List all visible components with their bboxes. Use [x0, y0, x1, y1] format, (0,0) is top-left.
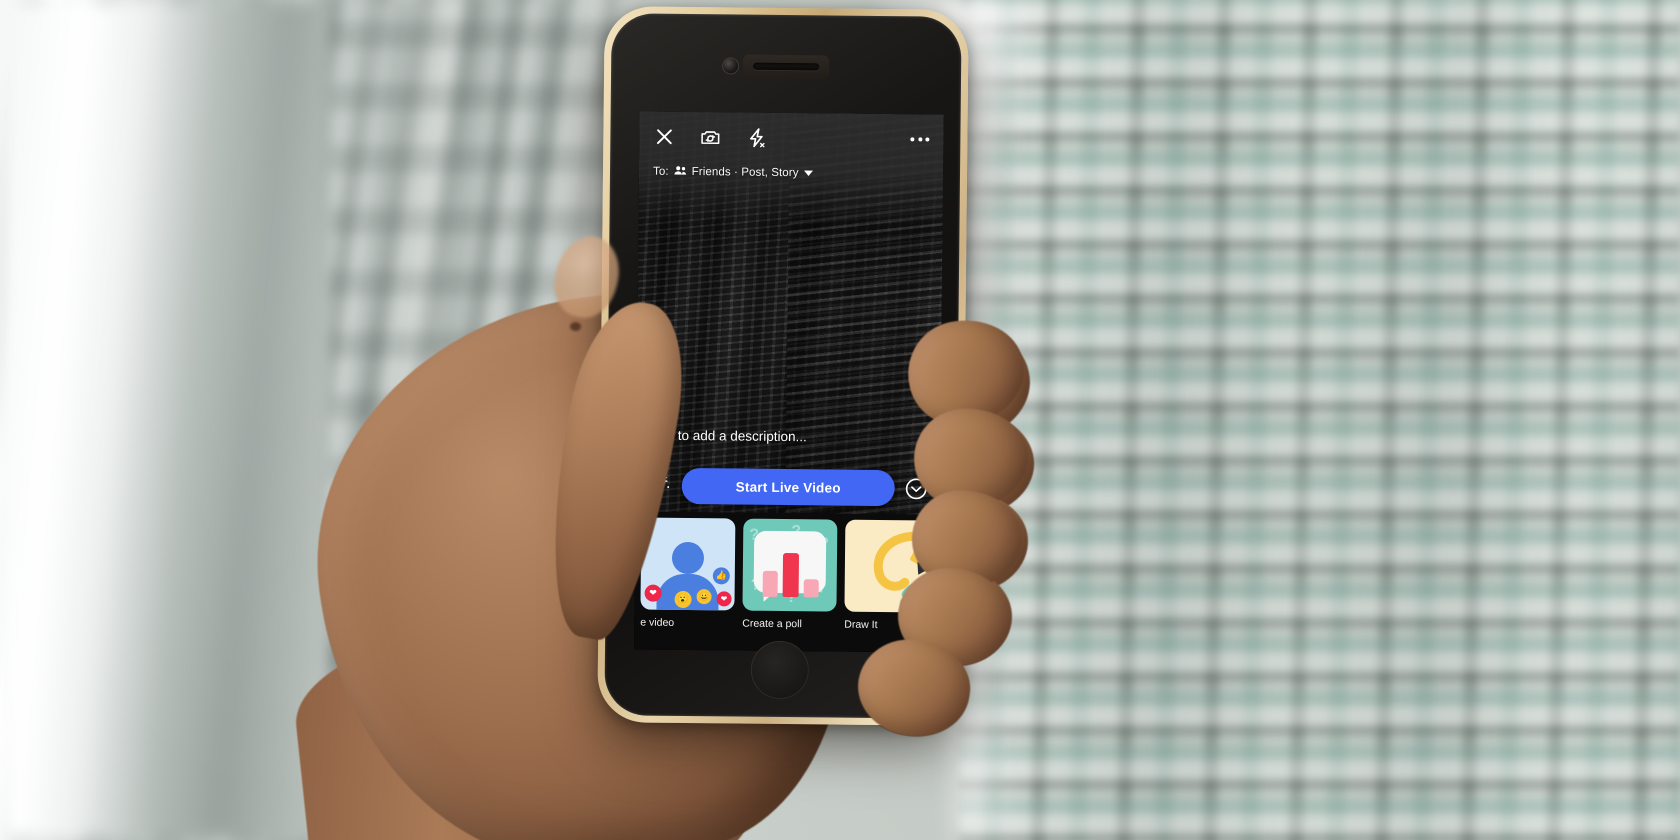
more-options-icon[interactable]	[910, 137, 930, 142]
live-video-reactions-icon: ❤ 👍 ❤ 😮 😀	[640, 517, 736, 611]
poll-bar-chart-icon: ? ? ? ? ? ?	[742, 518, 838, 612]
carousel-strip: ❤ 👍 ❤ 😮 😀 e video ? ? Create a poll Draw…	[634, 511, 940, 631]
friends-group-icon	[674, 165, 687, 179]
carousel-item-create-a-poll[interactable]: ? ? ? ? ? ? Create a poll	[742, 518, 838, 631]
audience-prefix: To:	[652, 165, 669, 178]
start-live-video-button[interactable]: Start Live Video	[681, 467, 895, 507]
audience-label: Friends · Post, Story	[691, 166, 799, 180]
home-button[interactable]	[750, 640, 810, 700]
carousel-item-label: Create a poll	[742, 617, 802, 631]
skin-mole	[570, 322, 581, 331]
carousel-item-label: e video	[640, 616, 675, 629]
composer-topbar: To: Friends · Post, Story	[639, 111, 944, 181]
effects-carousel[interactable]: ❤ 👍 ❤ 😮 😀 e video ? ? Create a poll Draw…	[634, 511, 940, 653]
front-camera	[723, 58, 739, 74]
camera-flip-icon[interactable]	[699, 126, 721, 148]
description-input[interactable]: Tap to add a description...	[636, 427, 940, 445]
carousel-item-live-video[interactable]: ❤ 👍 ❤ 😮 😀 e video	[640, 517, 736, 630]
earpiece-speaker	[753, 62, 820, 71]
audience-selector[interactable]: To: Friends · Post, Story	[653, 165, 929, 182]
close-x-icon[interactable]	[653, 126, 675, 148]
composer-action-row: Start Live Video	[636, 467, 940, 507]
chevron-down-icon[interactable]	[803, 167, 813, 179]
flash-off-icon[interactable]	[745, 127, 767, 149]
